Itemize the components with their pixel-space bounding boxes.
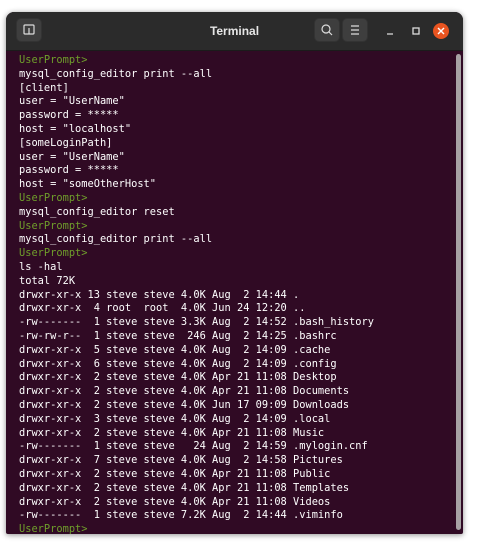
prompt-line: UserPrompt> (19, 54, 88, 66)
output-line: drwxr-xr-x 7 steve steve 4.0K Aug 2 14:5… (19, 454, 343, 467)
maximize-button[interactable] (408, 23, 424, 39)
output-line: drwxr-xr-x 2 steve steve 4.0K Apr 21 11:… (19, 371, 337, 384)
output-line: drwxr-xr-x 2 steve steve 4.0K Apr 21 11:… (19, 495, 331, 508)
output-line: -rw-rw-r-- 1 steve steve 246 Aug 2 14:25… (19, 329, 337, 342)
output-line: password = ***** (19, 109, 119, 122)
terminal-window: Terminal UserPrompt> mysql_config_editor… (6, 12, 463, 534)
prompt-line: UserPrompt> (19, 523, 88, 534)
output-line: -rw------- 1 steve steve 24 Aug 2 14:59 … (19, 440, 368, 453)
terminal-output[interactable]: UserPrompt> mysql_config_editor print --a… (6, 51, 453, 534)
menu-button[interactable] (342, 18, 368, 42)
output-line: host = "someOtherHost" (19, 178, 157, 191)
prompt-line: UserPrompt> (19, 191, 88, 204)
output-line: drwxr-xr-x 3 steve steve 4.0K Aug 2 14:0… (19, 412, 331, 425)
output-line: drwxr-xr-x 2 steve steve 4.0K Apr 21 11:… (19, 467, 331, 480)
output-line: user = "UserName" (19, 95, 125, 108)
output-line: drwxr-xr-x 6 steve steve 4.0K Aug 2 14:0… (19, 357, 337, 370)
output-line: mysql_config_editor print --all (19, 67, 213, 80)
search-button[interactable] (314, 18, 340, 42)
scrollbar[interactable] (456, 54, 461, 530)
close-icon (437, 27, 445, 35)
output-line: mysql_config_editor print --all (19, 233, 213, 246)
minimize-icon (387, 33, 393, 35)
output-line: -rw------- 1 steve steve 7.2K Aug 2 14:4… (19, 509, 343, 522)
output-line: drwxr-xr-x 2 steve steve 4.0K Apr 21 11:… (19, 385, 350, 398)
output-line: mysql_config_editor reset (19, 205, 175, 218)
output-line: password = ***** (19, 164, 119, 177)
output-line: ls -hal (19, 260, 63, 273)
output-line: -rw------- 1 steve steve 3.3K Aug 2 14:5… (19, 316, 374, 329)
output-line: drwxr-xr-x 2 steve steve 4.0K Jun 17 09:… (19, 398, 350, 411)
output-line: drwxr-xr-x 4 root root 4.0K Jun 24 12:20… (19, 302, 306, 315)
output-line: host = "localhost" (19, 122, 132, 135)
minimize-button[interactable] (382, 23, 398, 39)
prompt-line: UserPrompt> (19, 247, 88, 260)
maximize-icon (412, 27, 420, 35)
output-line: [client] (19, 81, 69, 94)
close-button[interactable] (433, 23, 449, 39)
output-line: drwxr-xr-x 2 steve steve 4.0K Apr 21 11:… (19, 481, 350, 494)
output-line: drwxr-xr-x 2 steve steve 4.0K Apr 21 11:… (19, 426, 325, 439)
search-icon (321, 24, 333, 36)
hamburger-menu-icon (351, 25, 359, 35)
title-bar[interactable]: Terminal (6, 12, 463, 51)
output-line: total 72K (19, 274, 76, 287)
output-line: user = "UserName" (19, 150, 125, 163)
output-line: drwxr-xr-x 13 steve steve 4.0K Aug 2 14:… (19, 288, 300, 301)
output-line: [someLoginPath] (19, 136, 113, 149)
prompt-line: UserPrompt> (19, 219, 88, 232)
output-line: drwxr-xr-x 5 steve steve 4.0K Aug 2 14:0… (19, 343, 331, 356)
